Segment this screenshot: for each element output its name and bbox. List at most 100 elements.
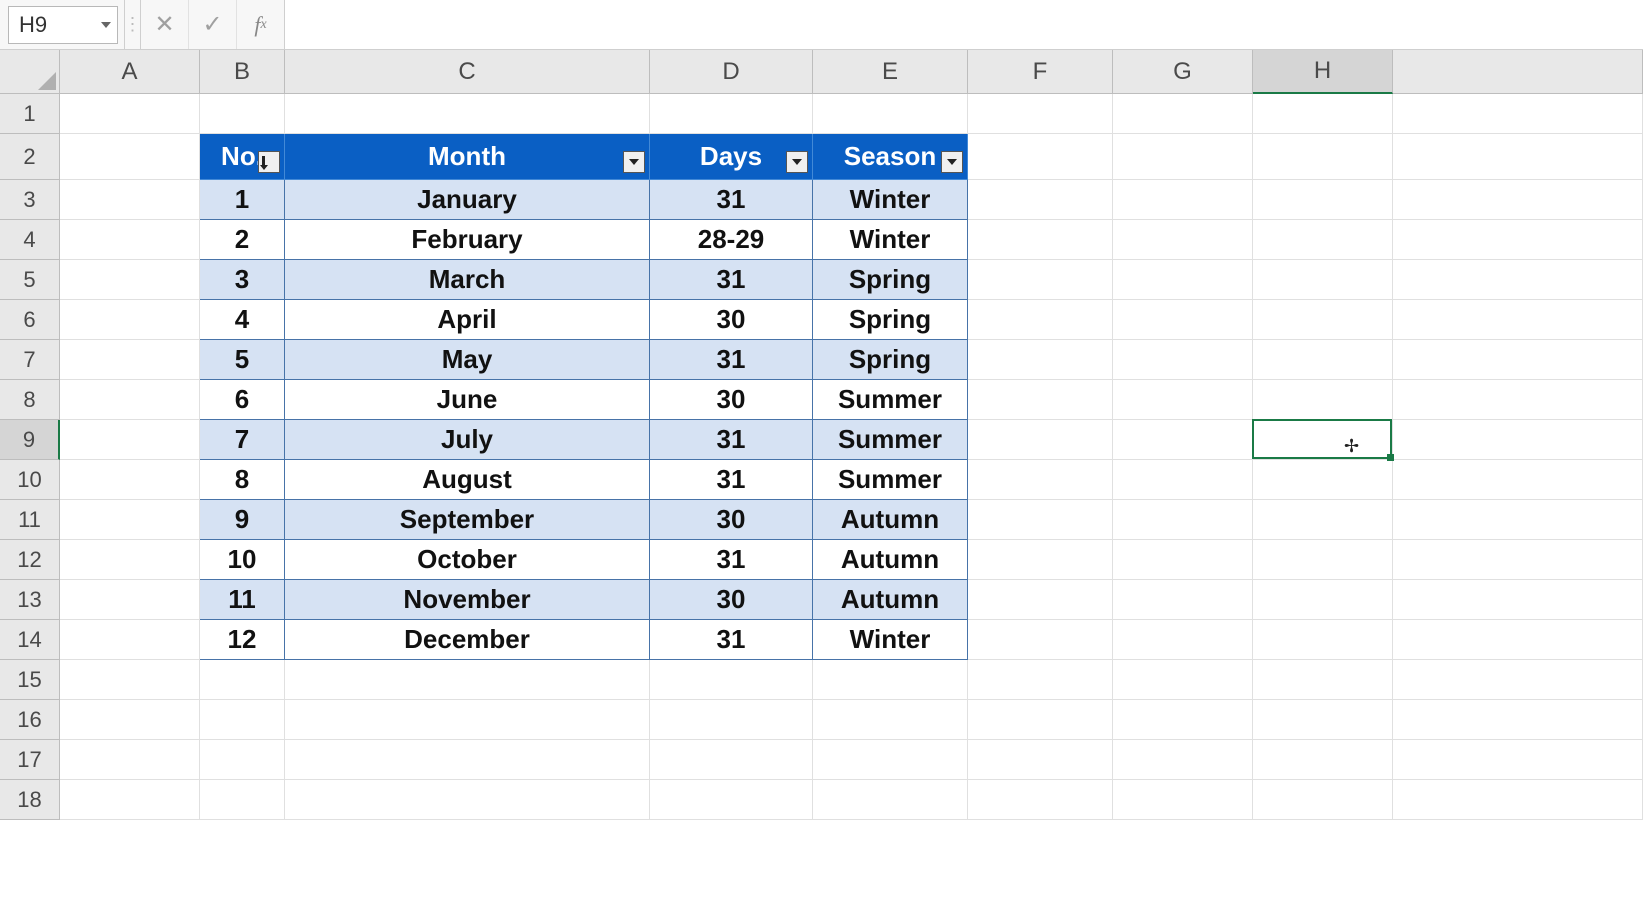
cell-C12[interactable]: October [285,540,650,580]
cell-A1[interactable] [60,94,200,134]
cell-blank-3[interactable] [1393,180,1643,220]
cell-G12[interactable] [1113,540,1253,580]
row-header-16[interactable]: 16 [0,700,60,740]
col-header-G[interactable]: G [1113,50,1253,94]
cell-D12[interactable]: 31 [650,540,813,580]
row-header-11[interactable]: 11 [0,500,60,540]
cell-blank-2[interactable] [1393,134,1643,180]
cell-B5[interactable]: 3 [200,260,285,300]
cell-F9[interactable] [968,420,1113,460]
cell-E4[interactable]: Winter [813,220,968,260]
cell-blank-5[interactable] [1393,260,1643,300]
cell-blank-13[interactable] [1393,580,1643,620]
cell-H14[interactable] [1253,620,1393,660]
col-header-C[interactable]: C [285,50,650,94]
cell-A7[interactable] [60,340,200,380]
cell-C3[interactable]: January [285,180,650,220]
formula-input[interactable] [285,0,1643,49]
cell-F12[interactable] [968,540,1113,580]
cell-F13[interactable] [968,580,1113,620]
filter-button-no[interactable] [258,151,280,173]
cell-H18[interactable] [1253,780,1393,820]
cell-H16[interactable] [1253,700,1393,740]
col-header-E[interactable]: E [813,50,968,94]
cell-E1[interactable] [813,94,968,134]
cell-D3[interactable]: 31 [650,180,813,220]
cell-D8[interactable]: 30 [650,380,813,420]
cell-H8[interactable] [1253,380,1393,420]
cell-H15[interactable] [1253,660,1393,700]
cell-B17[interactable] [200,740,285,780]
cell-G11[interactable] [1113,500,1253,540]
cell-blank-7[interactable] [1393,340,1643,380]
cell-E5[interactable]: Spring [813,260,968,300]
spreadsheet-grid[interactable]: ABCDEFGH 12No.MonthDaysSeason31January31… [0,50,1643,924]
cell-G10[interactable] [1113,460,1253,500]
chevron-down-icon[interactable] [101,22,111,28]
row-header-3[interactable]: 3 [0,180,60,220]
cell-E10[interactable]: Summer [813,460,968,500]
row-header-10[interactable]: 10 [0,460,60,500]
row-header-14[interactable]: 14 [0,620,60,660]
cell-G4[interactable] [1113,220,1253,260]
row-header-8[interactable]: 8 [0,380,60,420]
filter-button-month[interactable] [623,151,645,173]
cell-D7[interactable]: 31 [650,340,813,380]
cell-E16[interactable] [813,700,968,740]
name-box[interactable]: H9 [8,6,118,44]
cell-G1[interactable] [1113,94,1253,134]
cell-C7[interactable]: May [285,340,650,380]
cell-A8[interactable] [60,380,200,420]
cell-D2[interactable]: Days [650,134,813,180]
cell-H4[interactable] [1253,220,1393,260]
cell-G13[interactable] [1113,580,1253,620]
cell-C6[interactable]: April [285,300,650,340]
cell-blank-18[interactable] [1393,780,1643,820]
cell-D9[interactable]: 31 [650,420,813,460]
col-header-A[interactable]: A [60,50,200,94]
cell-B14[interactable]: 12 [200,620,285,660]
cell-blank-17[interactable] [1393,740,1643,780]
cell-G18[interactable] [1113,780,1253,820]
cell-D1[interactable] [650,94,813,134]
cell-A17[interactable] [60,740,200,780]
cell-H5[interactable] [1253,260,1393,300]
cell-H10[interactable] [1253,460,1393,500]
cell-F16[interactable] [968,700,1113,740]
cell-H6[interactable] [1253,300,1393,340]
accept-formula-button[interactable]: ✓ [189,0,237,49]
cell-B18[interactable] [200,780,285,820]
cell-F6[interactable] [968,300,1113,340]
cell-B8[interactable]: 6 [200,380,285,420]
cell-C17[interactable] [285,740,650,780]
cell-A11[interactable] [60,500,200,540]
cell-G6[interactable] [1113,300,1253,340]
cell-B2[interactable]: No. [200,134,285,180]
cell-A2[interactable] [60,134,200,180]
cell-B10[interactable]: 8 [200,460,285,500]
cell-E2[interactable]: Season [813,134,968,180]
cell-D10[interactable]: 31 [650,460,813,500]
cell-A9[interactable] [60,420,200,460]
select-all-corner[interactable] [0,50,60,94]
cell-H13[interactable] [1253,580,1393,620]
cell-H2[interactable] [1253,134,1393,180]
cell-G8[interactable] [1113,380,1253,420]
cell-F10[interactable] [968,460,1113,500]
cell-C16[interactable] [285,700,650,740]
cell-D18[interactable] [650,780,813,820]
cell-A10[interactable] [60,460,200,500]
insert-function-button[interactable]: fx [237,0,285,49]
cell-E18[interactable] [813,780,968,820]
cell-blank-12[interactable] [1393,540,1643,580]
cell-E14[interactable]: Winter [813,620,968,660]
cell-F18[interactable] [968,780,1113,820]
row-header-7[interactable]: 7 [0,340,60,380]
cell-blank-4[interactable] [1393,220,1643,260]
cell-E3[interactable]: Winter [813,180,968,220]
cell-H1[interactable] [1253,94,1393,134]
col-header-H[interactable]: H [1253,50,1393,94]
cell-E7[interactable]: Spring [813,340,968,380]
cell-A6[interactable] [60,300,200,340]
row-header-1[interactable]: 1 [0,94,60,134]
